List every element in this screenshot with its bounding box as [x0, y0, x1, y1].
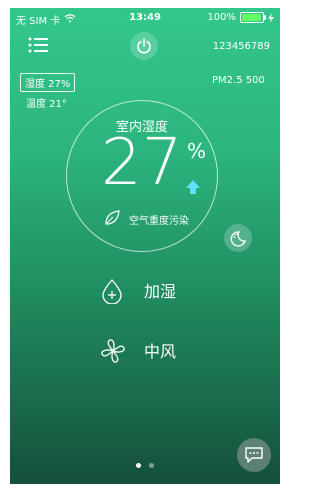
fan-speed-label: 中风	[144, 342, 177, 361]
power-button[interactable]	[130, 32, 158, 60]
charging-icon	[268, 12, 274, 23]
fan-icon	[100, 338, 125, 363]
up-arrow-icon	[185, 179, 201, 195]
leaf-icon	[103, 209, 121, 227]
status-bar: 无 SIM 卡 13:49 100%	[10, 8, 280, 28]
list-menu-icon	[28, 37, 48, 53]
svg-text:z: z	[236, 231, 239, 237]
app-screen: 无 SIM 卡 13:49 100% 123456789 湿度 27% PM2.…	[10, 8, 280, 484]
air-quality-status: 空气重度污染	[129, 216, 189, 227]
pm25-reading: PM2.5 500	[212, 75, 265, 86]
battery-fill	[242, 14, 261, 21]
sleep-mode-button[interactable]: z z	[224, 224, 252, 252]
page-dot-2[interactable]	[149, 463, 154, 468]
droplet-plus-icon	[100, 278, 124, 305]
gauge-value: 27	[101, 126, 183, 200]
menu-button[interactable]	[28, 36, 50, 54]
temperature-reading: 温度 21°	[26, 99, 67, 110]
battery-percent: 100%	[207, 12, 236, 23]
status-right: 100%	[207, 12, 274, 23]
moon-zzz-icon: z z	[230, 231, 246, 247]
fan-speed-button[interactable]: 中风	[100, 338, 177, 363]
humidity-badge: 湿度 27%	[20, 73, 76, 92]
humidify-label: 加湿	[144, 282, 177, 301]
power-icon	[137, 38, 151, 54]
humidity-gauge: 室内湿度 27 % 空气重度污染	[66, 100, 218, 252]
gauge-unit: %	[187, 139, 207, 163]
chat-bubble-icon	[245, 447, 263, 463]
device-id: 123456789	[212, 41, 270, 52]
humidify-button[interactable]: 加湿	[100, 278, 177, 305]
page-dot-1[interactable]	[136, 463, 141, 468]
page-indicator	[10, 463, 280, 468]
battery-icon	[240, 12, 266, 23]
